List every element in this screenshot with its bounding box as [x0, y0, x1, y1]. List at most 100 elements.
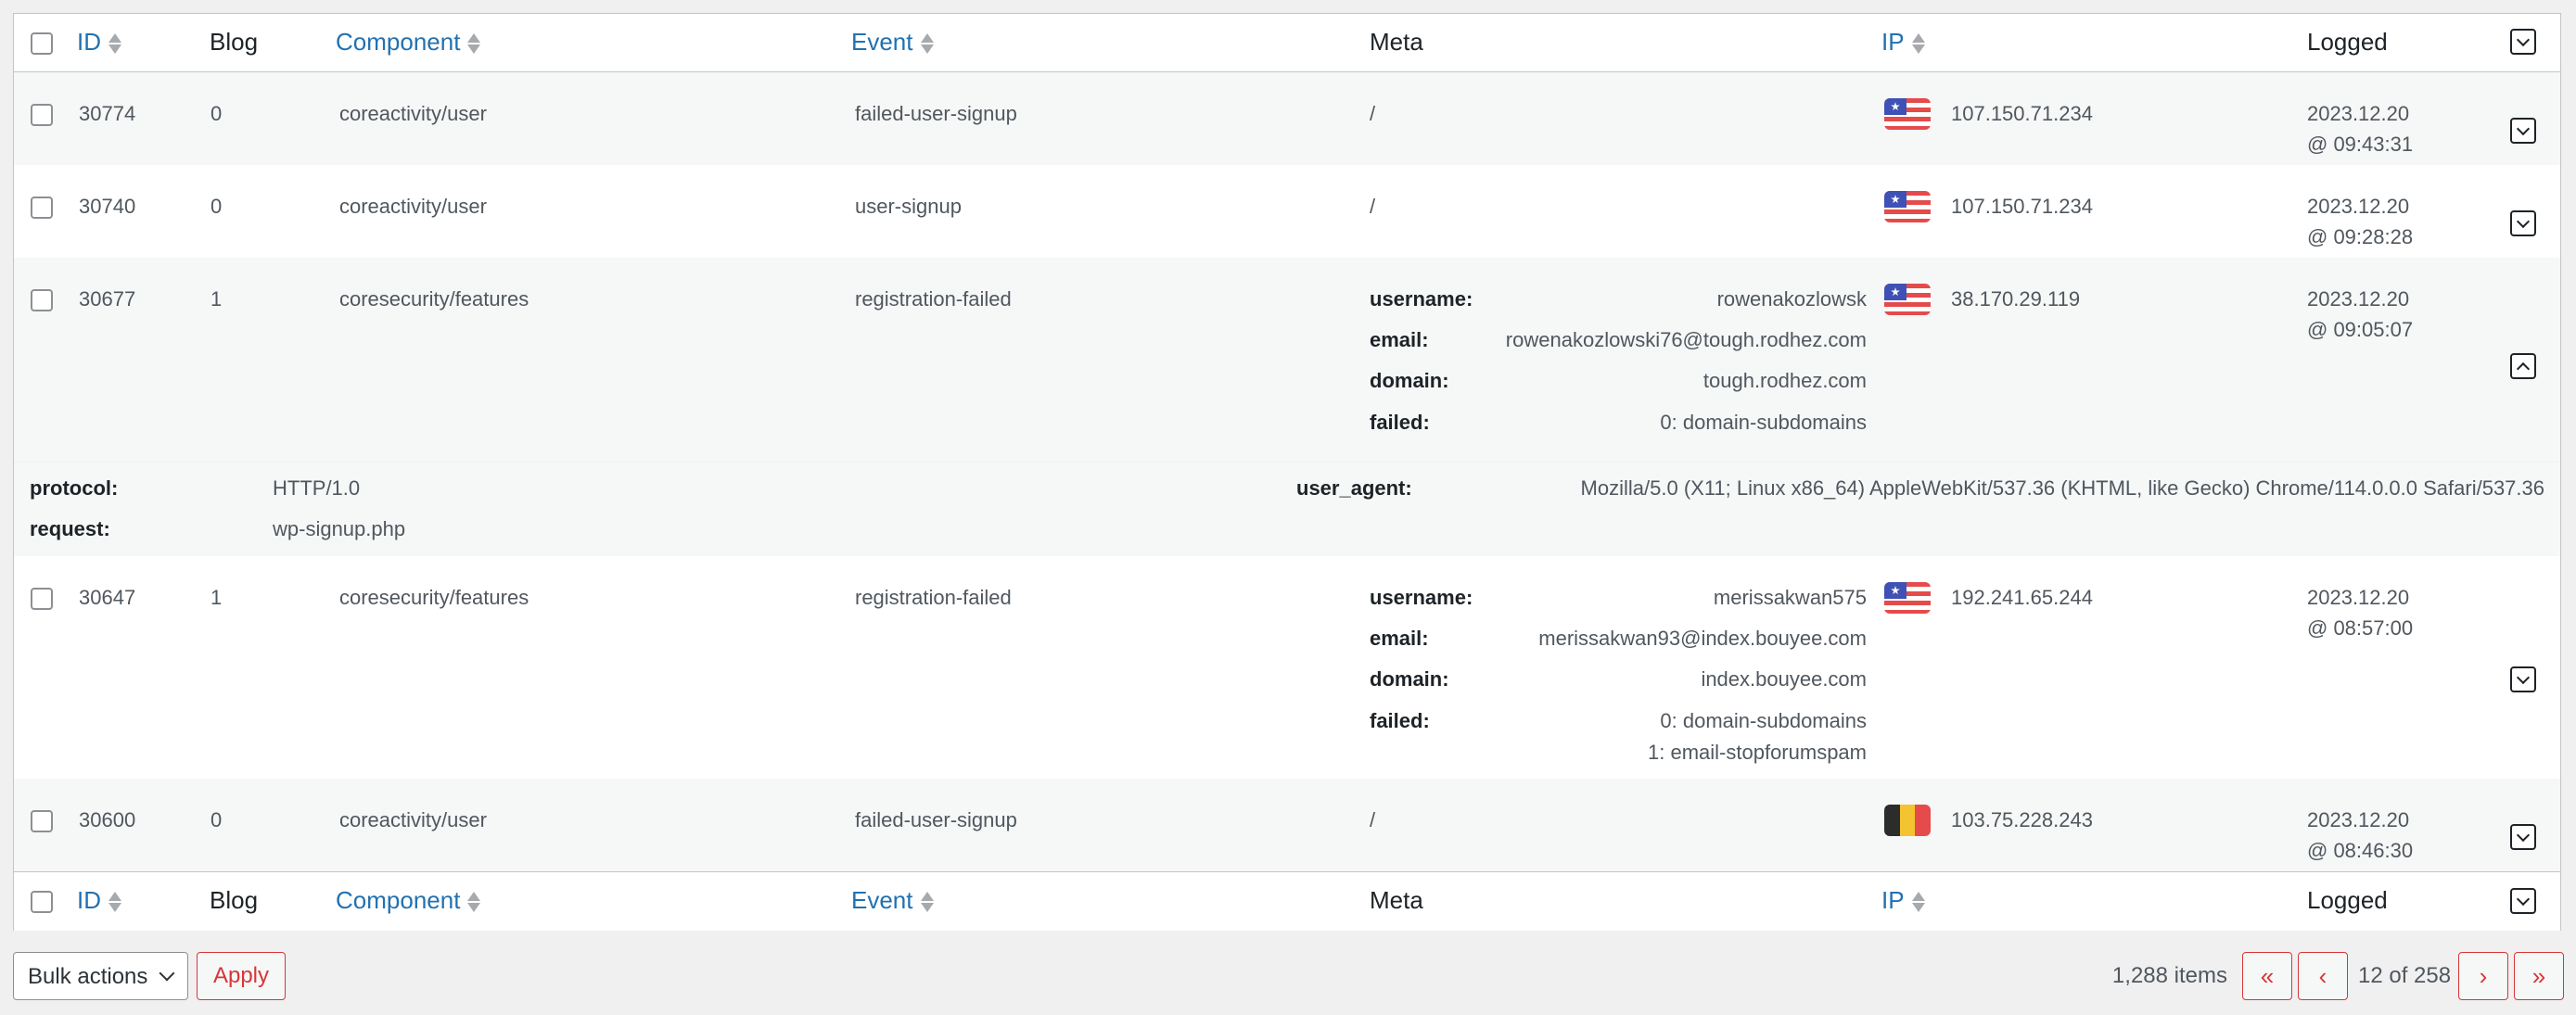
select-all-checkbox[interactable]: [31, 891, 53, 913]
column-meta-header: Meta: [1370, 28, 1423, 56]
detail-request-label: request:: [30, 517, 110, 540]
columns-toggle-icon[interactable]: [2510, 888, 2536, 914]
row-id: 30600: [79, 808, 136, 831]
row-event: failed-user-signup: [855, 808, 1017, 831]
row-component: coreactivity/user: [339, 195, 487, 218]
table-row: 30677 1 coresecurity/features registrati…: [14, 258, 2560, 556]
row-checkbox[interactable]: [31, 588, 53, 610]
row-meta: username: rowenakozlowsk email: rowenako…: [1370, 284, 1867, 450]
row-checkbox[interactable]: [31, 810, 53, 832]
row-blog: 1: [210, 287, 223, 311]
first-page-button[interactable]: «: [2242, 952, 2292, 1000]
column-id-label: ID: [77, 886, 101, 914]
column-id-label: ID: [77, 28, 101, 56]
collapse-row-icon[interactable]: [2510, 353, 2536, 379]
column-component-header[interactable]: Component: [336, 884, 481, 916]
row-id: 30740: [79, 195, 136, 218]
row-event: user-signup: [855, 195, 962, 218]
expand-row-icon[interactable]: [2510, 666, 2536, 692]
meta-failed-value: 0: domain-subdomains: [1660, 709, 1867, 732]
expand-row-icon[interactable]: [2510, 210, 2536, 236]
row-checkbox[interactable]: [31, 104, 53, 126]
column-event-label: Event: [851, 886, 913, 914]
row-time: @ 08:46:30: [2307, 839, 2414, 862]
sort-icon: [108, 890, 121, 914]
meta-email-label: email:: [1370, 627, 1429, 650]
sort-icon: [467, 32, 481, 56]
column-event-label: Event: [851, 28, 913, 56]
sort-icon: [108, 32, 121, 56]
detail-protocol-value: HTTP/1.0: [273, 476, 361, 500]
bulk-actions-select[interactable]: Bulk actions: [13, 952, 188, 1000]
row-blog: 1: [210, 586, 223, 609]
row-ip: 107.150.71.234: [1951, 102, 2093, 125]
row-event: registration-failed: [855, 586, 1012, 609]
last-page-button[interactable]: »: [2514, 952, 2564, 1000]
us-flag-icon: [1884, 284, 1931, 315]
meta-failed-label: failed:: [1370, 411, 1430, 434]
row-id: 30774: [79, 102, 136, 125]
select-all-checkbox[interactable]: [31, 32, 53, 55]
row-blog: 0: [210, 195, 223, 218]
detail-request-value: wp-signup.php: [273, 517, 406, 540]
meta-domain-value: index.bouyee.com: [1701, 667, 1867, 691]
table-row: 30740 0 coreactivity/user user-signup / …: [14, 165, 2560, 258]
row-meta: /: [1370, 195, 1376, 218]
row-date: 2023.12.20: [2307, 808, 2410, 831]
sort-icon: [920, 890, 934, 914]
meta-failed-label: failed:: [1370, 709, 1430, 732]
row-date: 2023.12.20: [2307, 287, 2410, 311]
meta-domain-label: domain:: [1370, 667, 1449, 691]
row-ip: 192.241.65.244: [1951, 586, 2093, 609]
row-component: coreactivity/user: [339, 102, 487, 125]
detail-protocol-label: protocol:: [30, 476, 119, 500]
previous-page-button[interactable]: ‹: [2298, 952, 2348, 1000]
belgium-flag-icon: [1884, 805, 1931, 836]
row-date: 2023.12.20: [2307, 195, 2410, 218]
column-id-header[interactable]: ID: [77, 884, 121, 916]
column-component-label: Component: [336, 886, 461, 914]
apply-button[interactable]: Apply: [197, 952, 286, 1000]
column-logged-header: Logged: [2307, 886, 2388, 914]
meta-username-label: username:: [1370, 586, 1473, 609]
column-event-header[interactable]: Event: [851, 26, 934, 57]
expand-row-icon[interactable]: [2510, 118, 2536, 144]
table-footer: ID Blog Component Event Meta IP Logged: [14, 871, 2560, 931]
next-page-button[interactable]: ›: [2458, 952, 2508, 1000]
us-flag-icon: [1884, 98, 1931, 130]
column-meta-header: Meta: [1370, 886, 1423, 914]
row-checkbox[interactable]: [31, 289, 53, 311]
table-row: 30600 0 coreactivity/user failed-user-si…: [14, 779, 2560, 871]
row-date: 2023.12.20: [2307, 586, 2410, 609]
meta-username-value: merissakwan575: [1713, 586, 1867, 609]
detail-user-agent-label: user_agent:: [1296, 476, 1412, 500]
sort-icon: [1911, 890, 1925, 914]
columns-toggle-icon[interactable]: [2510, 29, 2536, 55]
sort-icon: [1911, 32, 1925, 56]
row-meta: username: merissakwan575 email: merissak…: [1370, 582, 1867, 777]
row-component: coreactivity/user: [339, 808, 487, 831]
column-component-header[interactable]: Component: [336, 26, 481, 57]
expand-row-icon[interactable]: [2510, 824, 2536, 850]
column-event-header[interactable]: Event: [851, 884, 934, 916]
meta-failed-value: 1: email-stopforumspam: [1648, 741, 1867, 764]
row-date: 2023.12.20: [2307, 102, 2410, 125]
row-id: 30647: [79, 586, 136, 609]
current-page: 12 of 258: [2358, 963, 2452, 988]
row-ip: 38.170.29.119: [1951, 287, 2081, 311]
meta-email-value: merissakwan93@index.bouyee.com: [1538, 627, 1867, 650]
detail-user-agent-value: Mozilla/5.0 (X11; Linux x86_64) AppleWeb…: [1580, 476, 2544, 500]
column-ip-header[interactable]: IP: [1881, 884, 1925, 916]
column-id-header[interactable]: ID: [77, 26, 121, 57]
row-ip: 103.75.228.243: [1951, 808, 2093, 831]
column-ip-label: IP: [1881, 28, 1905, 56]
row-time: @ 09:05:07: [2307, 318, 2414, 341]
column-ip-header[interactable]: IP: [1881, 26, 1925, 57]
column-blog-header: Blog: [210, 886, 259, 914]
items-count: 1,288 items: [2111, 963, 2227, 988]
column-logged-header: Logged: [2307, 28, 2388, 56]
row-checkbox[interactable]: [31, 197, 53, 219]
meta-failed-value: 0: domain-subdomains: [1660, 411, 1867, 434]
row-event: failed-user-signup: [855, 102, 1017, 125]
column-ip-label: IP: [1881, 886, 1905, 914]
